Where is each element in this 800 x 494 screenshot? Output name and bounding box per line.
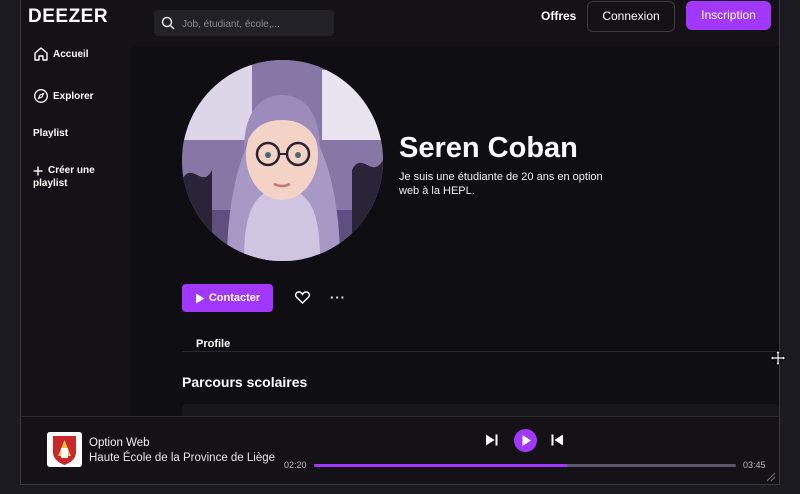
- sidebar-item-label: Playlist: [33, 128, 69, 139]
- education-section-title: Parcours scolaires: [182, 374, 308, 390]
- more-options-icon[interactable]: ···: [330, 290, 346, 305]
- skip-next-icon[interactable]: [485, 433, 499, 447]
- track-subtitle: Haute École de la Province de Liège: [89, 452, 276, 464]
- profile-avatar: [182, 60, 383, 261]
- current-time: 02:20: [284, 460, 307, 470]
- signup-button[interactable]: Inscription: [686, 1, 771, 30]
- login-button[interactable]: Connexion: [587, 1, 675, 32]
- sidebar-item-explore[interactable]: Explorer: [33, 88, 94, 104]
- deezer-logo[interactable]: DEEZER: [28, 6, 108, 28]
- track-cover: [47, 432, 82, 467]
- search-box[interactable]: [154, 10, 334, 38]
- contact-button[interactable]: Contacter: [182, 284, 273, 312]
- progress-bar[interactable]: [314, 464, 736, 467]
- app-window: DEEZER Offres Connexion Inscription Accu…: [20, 0, 780, 485]
- heart-icon[interactable]: [295, 291, 310, 304]
- play-button[interactable]: [514, 429, 537, 452]
- sidebar-item-create-playlist[interactable]: Créer une playlist: [33, 165, 95, 189]
- sidebar-item-playlist[interactable]: Playlist: [33, 128, 68, 139]
- tab-divider: [182, 351, 779, 352]
- profile-name: Seren Coban: [399, 132, 578, 164]
- search-input[interactable]: [180, 10, 334, 38]
- main-content: Seren Coban Je suis une étudiante de 20 …: [131, 46, 779, 416]
- sidebar-item-home[interactable]: Accueil: [33, 46, 89, 62]
- tab-profile[interactable]: Profile: [196, 338, 230, 350]
- hepl-logo-icon: [47, 432, 82, 467]
- top-bar: DEEZER Offres Connexion Inscription: [21, 0, 779, 47]
- total-time: 03:45: [743, 460, 766, 470]
- sidebar: Accueil Explorer Playlist Créer une play…: [21, 46, 131, 416]
- search-icon: [161, 16, 175, 30]
- resize-grip-icon[interactable]: [764, 470, 776, 482]
- player-bar: Option Web Haute École de la Province de…: [21, 416, 779, 484]
- offers-link[interactable]: Offres: [541, 9, 576, 23]
- sidebar-item-label: Créer une: [48, 165, 95, 176]
- skip-previous-icon[interactable]: [550, 433, 564, 447]
- move-cursor-icon: [770, 350, 786, 366]
- track-title: Option Web: [89, 437, 150, 449]
- compass-icon: [34, 89, 48, 103]
- sidebar-item-label: Explorer: [53, 90, 94, 102]
- plus-icon: [33, 166, 43, 175]
- progress-fill: [314, 464, 568, 467]
- education-card[interactable]: [182, 404, 779, 416]
- play-icon: [195, 293, 205, 303]
- play-icon: [522, 435, 531, 446]
- sidebar-item-label: Accueil: [53, 48, 89, 60]
- home-icon: [34, 47, 48, 61]
- profile-bio: Je suis une étudiante de 20 ans en optio…: [399, 171, 603, 197]
- contact-button-label: Contacter: [208, 292, 261, 304]
- sidebar-item-label: playlist: [33, 178, 68, 189]
